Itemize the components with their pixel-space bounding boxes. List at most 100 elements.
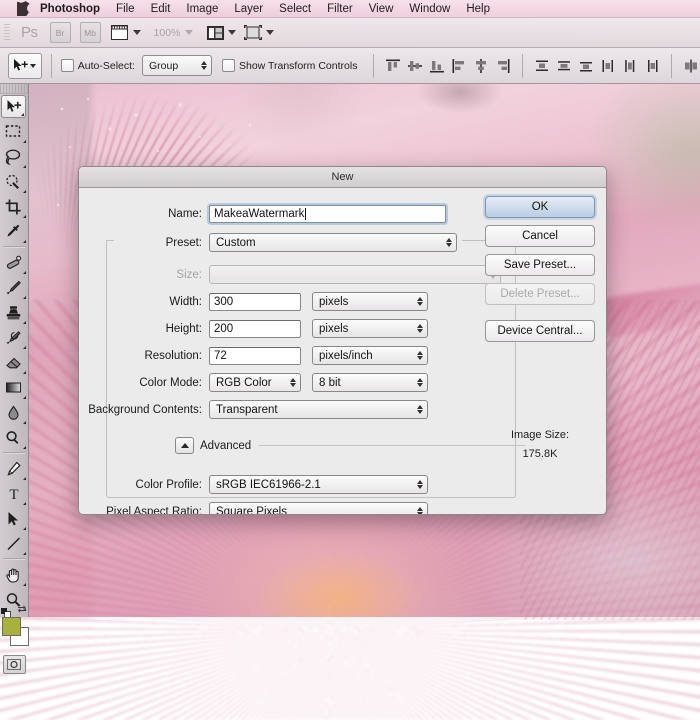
menu-item-select[interactable]: Select — [271, 0, 319, 18]
toolbox-separator-2 — [3, 452, 25, 454]
tool-preset-picker[interactable] — [8, 52, 42, 79]
tool-crop[interactable] — [0, 194, 27, 219]
background-contents-value: Transparent — [216, 403, 278, 416]
zoom-chevron-down-icon[interactable] — [185, 30, 194, 35]
tool-quick-selection[interactable] — [0, 169, 27, 194]
menu-item-edit[interactable]: Edit — [143, 0, 179, 18]
tool-path-selection[interactable] — [0, 506, 27, 531]
height-input[interactable]: 200 — [209, 319, 301, 338]
auto-select-scope-dropdown[interactable]: Group — [141, 55, 212, 76]
menu-item-photoshop[interactable]: Photoshop — [34, 0, 108, 18]
stepper-arrows-icon — [446, 238, 452, 247]
width-input-value: 300 — [214, 295, 234, 308]
tool-pen[interactable] — [0, 456, 27, 481]
view-extras-icon — [110, 25, 130, 41]
color-profile-dropdown[interactable]: sRGB IEC61966-2.1 — [209, 475, 428, 494]
distribute-vertical-centers-button[interactable] — [554, 55, 574, 77]
arrange-documents-button[interactable] — [243, 25, 275, 41]
appbar-grip[interactable] — [4, 23, 10, 42]
tool-blur[interactable] — [0, 400, 27, 425]
resolution-input[interactable]: 72 — [209, 346, 301, 365]
dialog-title-bar[interactable]: New — [79, 167, 606, 188]
tool-spot-healing-brush[interactable] — [0, 250, 27, 275]
ok-button[interactable]: OK — [485, 196, 595, 218]
menu-item-window[interactable]: Window — [401, 0, 458, 18]
height-unit-dropdown[interactable]: pixels — [312, 319, 428, 338]
toolbox-panel: T ⇄ — [0, 84, 29, 674]
distribute-left-edges-button[interactable] — [598, 55, 618, 77]
distribute-horizontal-centers-button[interactable] — [620, 55, 640, 77]
auto-align-layers-button[interactable] — [681, 55, 700, 77]
menu-item-layer[interactable]: Layer — [226, 0, 271, 18]
zoom-level-value[interactable]: 100% — [154, 27, 181, 39]
advanced-disclosure-button[interactable] — [175, 437, 194, 454]
tool-flyout-indicator — [20, 164, 26, 168]
menu-item-image[interactable]: Image — [178, 0, 226, 18]
toolbox-separator-3 — [3, 558, 25, 560]
menu-item-filter[interactable]: Filter — [319, 0, 361, 18]
stepper-arrows-icon — [417, 297, 423, 306]
tool-gradient[interactable] — [0, 375, 27, 400]
align-left-edges-button[interactable] — [449, 55, 469, 77]
show-transform-controls-checkbox[interactable] — [221, 59, 235, 72]
tool-rectangular-marquee[interactable] — [0, 119, 27, 144]
tool-eraser[interactable] — [0, 350, 27, 375]
align-horizontal-centers-button[interactable] — [471, 55, 491, 77]
tool-lasso[interactable] — [0, 144, 27, 169]
stepper-arrows-icon — [417, 507, 423, 514]
tool-move[interactable] — [1, 95, 26, 118]
image-size-value: 175.8K — [522, 448, 558, 460]
tool-horizontal-type[interactable]: T — [0, 481, 27, 506]
width-unit-dropdown[interactable]: pixels — [312, 292, 428, 311]
horizontal-type-tool-icon: T — [9, 487, 18, 502]
align-vertical-centers-button[interactable] — [405, 55, 425, 77]
align-right-edges-button[interactable] — [493, 55, 513, 77]
align-bottom-edges-button[interactable] — [427, 55, 447, 77]
clone-stamp-tool-icon — [6, 305, 21, 319]
tool-brush[interactable] — [0, 275, 27, 300]
distribute-left-edges-icon — [602, 59, 614, 72]
tool-hand[interactable] — [0, 562, 27, 587]
width-input[interactable]: 300 — [209, 292, 301, 311]
tool-flyout-indicator — [20, 395, 26, 399]
tool-history-brush[interactable] — [0, 325, 27, 350]
foreground-color-swatch[interactable] — [2, 617, 21, 636]
default-colors-icon[interactable] — [1, 605, 11, 618]
tool-dodge[interactable] — [0, 425, 27, 450]
launch-bridge-button[interactable]: Br — [49, 22, 71, 43]
menu-item-view[interactable]: View — [361, 0, 402, 18]
device-central-button[interactable]: Device Central... — [485, 320, 595, 342]
move-tool-icon — [14, 59, 29, 71]
cancel-button[interactable]: Cancel — [485, 225, 595, 247]
apple-logo-icon[interactable] — [12, 1, 34, 16]
view-extras-button[interactable] — [110, 25, 141, 41]
quick-mask-mode-button[interactable] — [2, 655, 26, 674]
tool-line[interactable] — [0, 531, 27, 556]
screen-mode-button[interactable] — [205, 25, 237, 41]
menu-item-file[interactable]: File — [108, 0, 143, 18]
resolution-unit-dropdown[interactable]: pixels/inch — [312, 346, 428, 365]
swap-colors-icon[interactable]: ⇄ — [18, 604, 26, 615]
menu-item-help[interactable]: Help — [458, 0, 498, 18]
tool-clone-stamp[interactable] — [0, 300, 27, 325]
name-input[interactable]: MakeaWatermark — [209, 204, 446, 223]
pixel-aspect-ratio-dropdown[interactable]: Square Pixels — [209, 502, 428, 514]
width-unit-value: pixels — [319, 295, 349, 308]
save-preset-button[interactable]: Save Preset... — [485, 254, 595, 276]
preset-value: Custom — [216, 236, 256, 249]
background-contents-dropdown[interactable]: Transparent — [209, 400, 428, 419]
align-top-edges-button[interactable] — [383, 55, 403, 77]
color-mode-dropdown[interactable]: RGB Color — [209, 373, 301, 392]
distribute-bottom-edges-button[interactable] — [576, 55, 596, 77]
distribute-vertical-centers-icon — [558, 60, 571, 70]
tool-eyedropper[interactable] — [0, 219, 27, 244]
tool-flyout-indicator — [18, 112, 24, 116]
preset-dropdown[interactable]: Custom — [209, 233, 457, 252]
resolution-unit-value: pixels/inch — [319, 349, 373, 362]
auto-select-checkbox[interactable] — [60, 59, 74, 72]
bit-depth-dropdown[interactable]: 8 bit — [312, 373, 428, 392]
launch-mini-bridge-button[interactable]: Mb — [79, 22, 101, 43]
toolbox-grip[interactable] — [0, 84, 28, 94]
distribute-right-edges-button[interactable] — [642, 55, 662, 77]
distribute-top-edges-button[interactable] — [532, 55, 552, 77]
